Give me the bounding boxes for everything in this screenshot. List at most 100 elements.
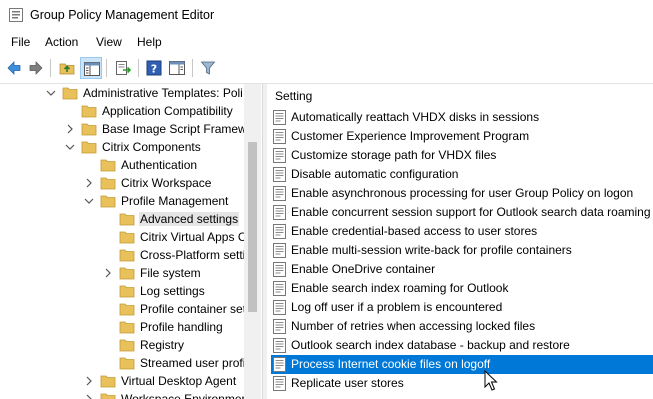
setting-row[interactable]: Log off user if a problem is encountered	[271, 298, 653, 317]
chevron-right-icon[interactable]	[101, 266, 115, 280]
tree-node-label: Citrix Components	[102, 140, 201, 154]
setting-row[interactable]: Customer Experience Improvement Program	[271, 127, 653, 146]
folder-icon	[81, 123, 97, 136]
setting-label: Customize storage path for VHDX files	[291, 148, 497, 162]
menu-action[interactable]: Action	[45, 35, 78, 49]
setting-row[interactable]: Enable multi-session write-back for prof…	[271, 241, 653, 260]
back-arrow-icon	[7, 61, 21, 75]
up-folder-icon	[59, 63, 75, 75]
tree-node-label: Workspace Environmen	[121, 392, 249, 399]
tree-node[interactable]: Citrix Virtual Apps C	[0, 229, 262, 247]
setting-label: Outlook search index database - backup a…	[291, 338, 570, 352]
chevron-down-icon[interactable]	[82, 194, 96, 208]
tree-node[interactable]: Application Compatibility	[0, 103, 262, 121]
folder-icon	[62, 87, 78, 100]
tree-node[interactable]: Profile handling	[0, 319, 262, 337]
menu-help[interactable]: Help	[137, 35, 162, 49]
folder-icon	[100, 375, 116, 388]
setting-label: Customer Experience Improvement Program	[291, 129, 530, 143]
tree-scrollbar[interactable]	[244, 84, 261, 399]
policy-setting-icon	[273, 300, 286, 315]
setting-row[interactable]: Automatically reattach VHDX disks in ses…	[271, 108, 653, 127]
policy-setting-icon	[273, 129, 286, 144]
chevron-right-icon[interactable]	[63, 122, 77, 136]
tree-node-label: File system	[140, 266, 201, 280]
tree-node[interactable]: Streamed user profi	[0, 355, 262, 373]
setting-label: Log off user if a problem is encountered	[291, 300, 503, 314]
chevron-right-icon[interactable]	[82, 392, 96, 399]
tree-node[interactable]: Profile container set	[0, 301, 262, 319]
chevron-right-icon[interactable]	[82, 374, 96, 388]
mouse-pointer-icon	[484, 370, 498, 391]
setting-label: Enable asynchronous processing for user …	[291, 186, 634, 200]
tree-node[interactable]: Cross-Platform setti	[0, 247, 262, 265]
folder-icon	[119, 321, 135, 334]
setting-row[interactable]: Process Internet cookie files on logoff	[271, 355, 653, 374]
menu-view[interactable]: View	[96, 35, 122, 49]
tree-node-label: Application Compatibility	[102, 104, 233, 118]
show-hide-tree-icon	[84, 62, 100, 76]
console-tree[interactable]: Administrative Templates: Poli Applicatio…	[0, 84, 262, 399]
policy-setting-icon	[273, 110, 286, 125]
chevron-down-icon[interactable]	[63, 140, 77, 154]
setting-row[interactable]: Outlook search index database - backup a…	[271, 336, 653, 355]
tree-node[interactable]: Advanced settings	[0, 211, 262, 229]
back-button[interactable]	[3, 57, 25, 79]
policy-setting-icon	[273, 376, 286, 391]
setting-row[interactable]: Enable credential-based access to user s…	[271, 222, 653, 241]
help-button[interactable]: ?	[143, 57, 165, 79]
folder-icon	[119, 231, 135, 244]
chevron-right-icon[interactable]	[82, 176, 96, 190]
show-hide-action-pane-button[interactable]	[166, 57, 188, 79]
setting-label: Number of retries when accessing locked …	[291, 319, 536, 333]
tree-node-label: Registry	[140, 338, 185, 352]
setting-label: Enable search index roaming for Outlook	[291, 281, 509, 295]
forward-arrow-icon	[29, 61, 43, 75]
chevron-down-icon[interactable]	[44, 86, 58, 100]
setting-row[interactable]: Enable concurrent session support for Ou…	[271, 203, 653, 222]
tree-node[interactable]: Virtual Desktop Agent	[0, 373, 262, 391]
show-hide-console-tree-button[interactable]	[80, 57, 102, 79]
tree-node[interactable]: Workspace Environmen	[0, 391, 262, 399]
tree-node[interactable]: Profile Management	[0, 193, 262, 211]
tree-node-label: Streamed user profi	[140, 356, 246, 370]
setting-row[interactable]: Enable asynchronous processing for user …	[271, 184, 653, 203]
setting-label: Disable automatic configuration	[291, 167, 459, 181]
setting-row[interactable]: Enable search index roaming for Outlook	[271, 279, 653, 298]
toolbar-separator	[50, 59, 51, 77]
tree-node-label: Authentication	[121, 158, 198, 172]
settings-list[interactable]: Setting Automatically reattach VHDX disk…	[267, 84, 653, 399]
setting-row[interactable]: Number of retries when accessing locked …	[271, 317, 653, 336]
folder-icon	[100, 159, 116, 172]
svg-text:?: ?	[151, 63, 157, 76]
forward-button[interactable]	[25, 57, 47, 79]
tree-node[interactable]: Base Image Script Framewo	[0, 121, 262, 139]
tree-node[interactable]: Log settings	[0, 283, 262, 301]
setting-row[interactable]: Disable automatic configuration	[271, 165, 653, 184]
setting-label: Enable multi-session write-back for prof…	[291, 243, 572, 257]
folder-icon	[81, 105, 97, 118]
tree-scrollbar-thumb[interactable]	[248, 142, 257, 312]
folder-icon	[100, 177, 116, 190]
group-policy-icon	[9, 8, 23, 22]
policy-setting-icon	[273, 357, 286, 372]
tree-node[interactable]: Authentication	[0, 157, 262, 175]
setting-column-header[interactable]: Setting	[275, 89, 312, 103]
policy-setting-icon	[273, 224, 286, 239]
setting-row[interactable]: Replicate user stores	[271, 374, 653, 393]
menu-file[interactable]: File	[11, 35, 30, 49]
export-list-button[interactable]	[112, 57, 134, 79]
tree-node[interactable]: Registry	[0, 337, 262, 355]
filter-button[interactable]	[197, 57, 219, 79]
tree-node-label: Administrative Templates: Poli	[83, 86, 243, 100]
policy-setting-icon	[273, 167, 286, 182]
tree-node[interactable]: Citrix Workspace	[0, 175, 262, 193]
setting-row[interactable]: Enable OneDrive container	[271, 260, 653, 279]
setting-row[interactable]: Customize storage path for VHDX files	[271, 146, 653, 165]
up-one-level-button[interactable]	[56, 57, 78, 79]
folder-icon	[119, 249, 135, 262]
tree-node[interactable]: Administrative Templates: Poli	[0, 85, 262, 103]
policy-setting-icon	[273, 281, 286, 296]
tree-node[interactable]: Citrix Components	[0, 139, 262, 157]
tree-node[interactable]: File system	[0, 265, 262, 283]
